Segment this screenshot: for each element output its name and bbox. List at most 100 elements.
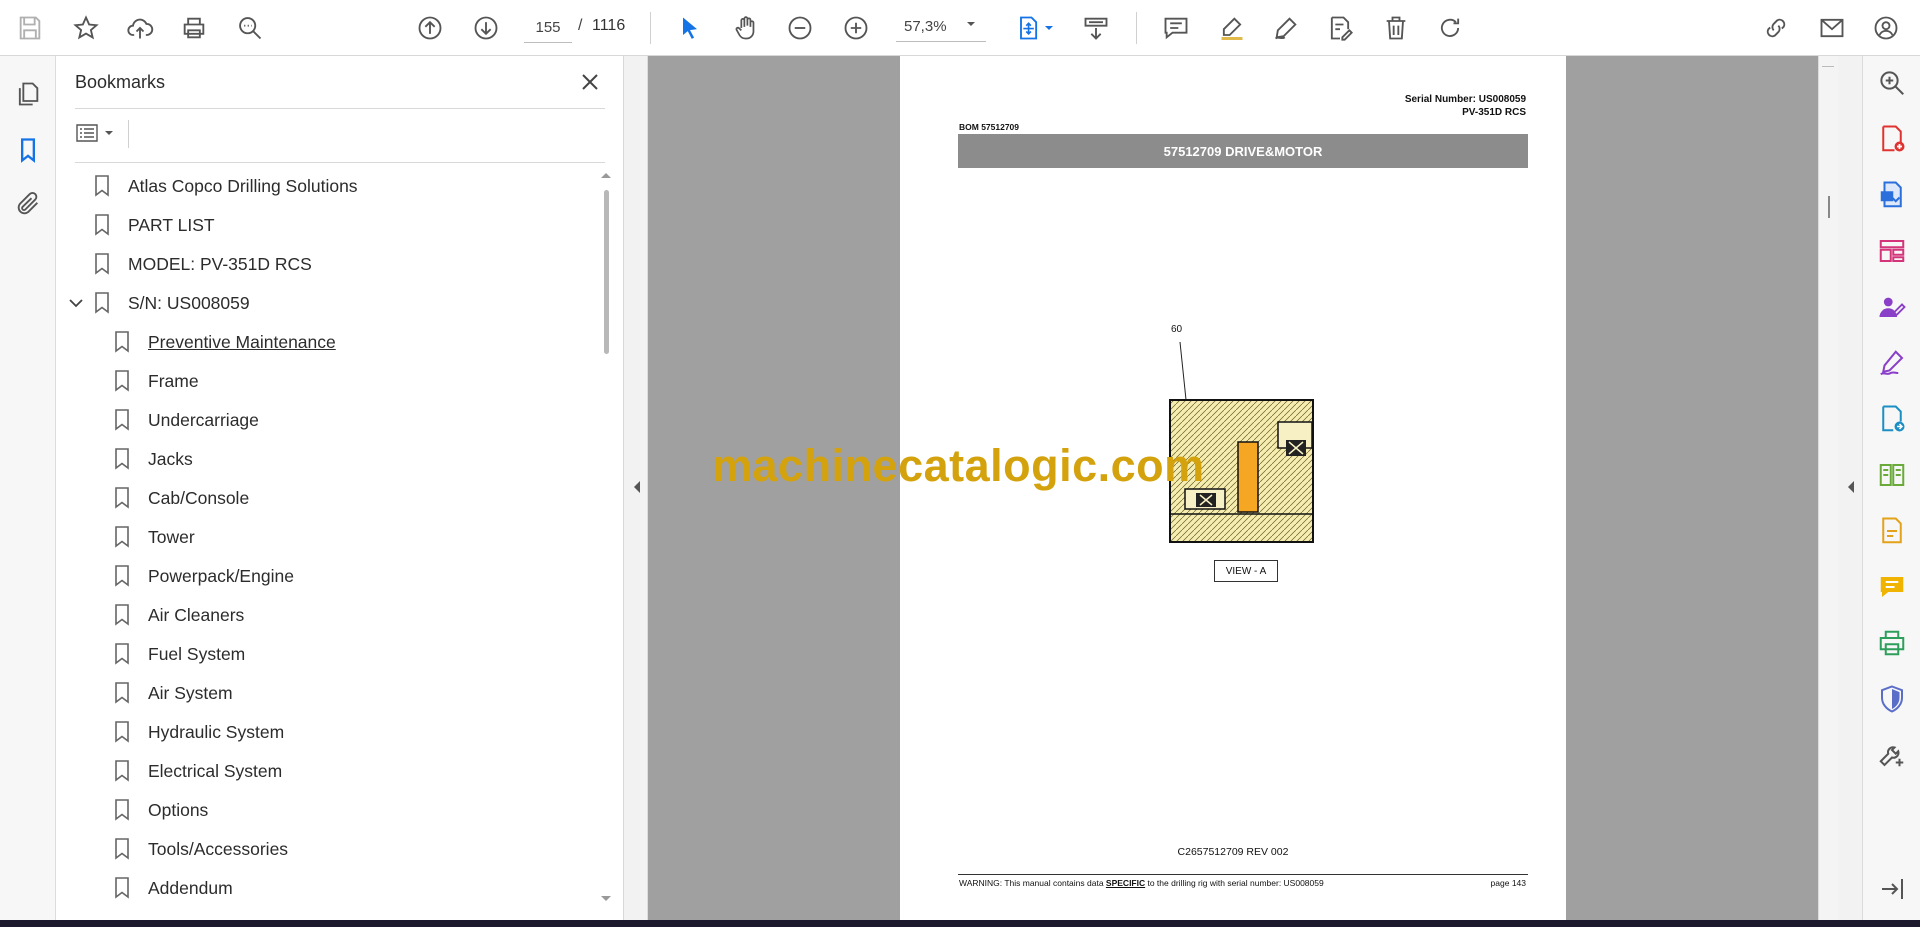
- divider: [75, 108, 605, 109]
- bookmark-item[interactable]: Addendum: [114, 870, 233, 906]
- scroll-up-icon[interactable]: [600, 170, 612, 180]
- collapse-left-panel-button[interactable]: [624, 56, 648, 920]
- more-tools-icon[interactable]: [1875, 738, 1909, 772]
- rotate-icon[interactable]: [1432, 10, 1468, 46]
- scrollbar-top: [1822, 56, 1834, 67]
- send-for-review-icon[interactable]: [1875, 402, 1909, 436]
- print-production-icon[interactable]: [1875, 626, 1909, 660]
- bookmark-item[interactable]: S/N: US008059: [94, 285, 250, 321]
- close-icon[interactable]: [576, 68, 604, 96]
- bookmark-icon: [114, 564, 134, 588]
- bookmark-icon: [114, 447, 134, 471]
- bookmark-item[interactable]: MODEL: PV-351D RCS: [94, 246, 312, 282]
- list-options-icon: [76, 124, 98, 142]
- document-scrollbar[interactable]: [1818, 56, 1838, 920]
- divider: [128, 120, 129, 148]
- edit-text-icon[interactable]: [1322, 10, 1358, 46]
- export-pdf-icon[interactable]: [1875, 178, 1909, 212]
- highlight-icon[interactable]: [1214, 10, 1250, 46]
- view-label: VIEW - A: [1214, 560, 1278, 582]
- bookmark-item[interactable]: Cab/Console: [114, 480, 249, 516]
- page-number-label: page 143: [1490, 878, 1526, 888]
- chevron-down-icon[interactable]: [68, 285, 88, 321]
- zoom-in-icon[interactable]: [838, 10, 874, 46]
- zoom-dropdown-icon[interactable]: [966, 20, 976, 28]
- bookmark-item[interactable]: Options: [114, 792, 208, 828]
- bookmark-item[interactable]: Tower: [114, 519, 195, 555]
- attachments-icon[interactable]: [10, 186, 46, 222]
- chevron-down-icon: [105, 131, 113, 135]
- footer-rule: [958, 874, 1528, 875]
- organize-pages-icon[interactable]: [1875, 234, 1909, 268]
- bookmark-item[interactable]: Air Cleaners: [114, 597, 244, 633]
- next-page-icon[interactable]: [468, 10, 504, 46]
- previous-page-icon[interactable]: [412, 10, 448, 46]
- cloud-upload-icon[interactable]: [122, 10, 158, 46]
- print-icon[interactable]: [176, 10, 212, 46]
- toolbar-divider: [650, 12, 651, 44]
- bookmark-item[interactable]: PART LIST: [94, 207, 215, 243]
- fit-page-icon[interactable]: [1010, 10, 1046, 46]
- scrollbar-thumb[interactable]: [1828, 196, 1830, 218]
- collapse-right-panel-button[interactable]: [1838, 56, 1862, 920]
- bookmark-item[interactable]: Air System: [114, 675, 233, 711]
- bookmark-icon: [114, 603, 134, 627]
- email-icon[interactable]: [1814, 10, 1850, 46]
- fill-sign-icon[interactable]: [1875, 346, 1909, 380]
- request-signatures-icon[interactable]: [1875, 290, 1909, 324]
- top-toolbar: 155 / 1116 57,3%: [0, 0, 1920, 56]
- bookmark-item[interactable]: Tools/Accessories: [114, 831, 288, 867]
- select-cursor-icon[interactable]: [672, 10, 708, 46]
- bookmark-icon: [114, 486, 134, 510]
- bookmark-item[interactable]: Undercarriage: [114, 402, 259, 438]
- search-icon[interactable]: [232, 10, 268, 46]
- bookmark-label: Jacks: [148, 448, 193, 469]
- bookmark-label: Electrical System: [148, 760, 283, 781]
- bookmark-label: Tower: [148, 526, 195, 547]
- delete-icon[interactable]: [1378, 10, 1414, 46]
- hand-tool-icon[interactable]: [728, 10, 764, 46]
- create-pdf-icon[interactable]: [1875, 122, 1909, 156]
- left-navigation-rail: [0, 56, 56, 920]
- zoom-out-icon[interactable]: [782, 10, 818, 46]
- account-icon[interactable]: [1868, 10, 1904, 46]
- page-number-input[interactable]: 155: [524, 12, 572, 43]
- warning-suffix: to the drilling rig with serial number: …: [1145, 878, 1324, 888]
- zoom-search-icon[interactable]: [1875, 66, 1909, 100]
- bookmark-item[interactable]: Preventive Maintenance: [114, 324, 336, 360]
- bookmark-label: Tools/Accessories: [148, 838, 289, 859]
- total-pages: 1116: [592, 17, 626, 34]
- comment-icon[interactable]: [1158, 10, 1194, 46]
- taskbar-strip: [0, 920, 1920, 927]
- bookmark-item[interactable]: Jacks: [114, 441, 193, 477]
- bookmark-icon: [114, 369, 134, 393]
- bookmark-item[interactable]: Electrical System: [114, 753, 282, 789]
- save-icon[interactable]: [12, 10, 48, 46]
- bookmark-item[interactable]: Frame: [114, 363, 199, 399]
- scroll-mode-icon[interactable]: [1078, 10, 1114, 46]
- bookmark-options-button[interactable]: [75, 118, 123, 148]
- bookmark-item[interactable]: Hydraulic System: [114, 714, 284, 750]
- compare-files-icon[interactable]: [1875, 458, 1909, 492]
- bookmark-item[interactable]: Atlas Copco Drilling Solutions: [94, 168, 358, 204]
- share-link-icon[interactable]: [1758, 10, 1794, 46]
- star-icon[interactable]: [68, 10, 104, 46]
- warning-prefix: WARNING: This manual contains data: [959, 878, 1106, 888]
- bookmark-item[interactable]: Powerpack/Engine: [114, 558, 294, 594]
- fit-dropdown-icon[interactable]: [1044, 24, 1054, 32]
- scroll-down-icon[interactable]: [600, 894, 612, 904]
- edit-pdf-icon[interactable]: [1875, 514, 1909, 548]
- protect-icon[interactable]: [1875, 682, 1909, 716]
- toolbar-divider: [1136, 12, 1137, 44]
- collapse-tools-icon[interactable]: [1875, 872, 1909, 906]
- comment-tool-icon[interactable]: [1875, 570, 1909, 604]
- draw-pen-icon[interactable]: [1268, 10, 1304, 46]
- bookmark-item[interactable]: Fuel System: [114, 636, 245, 672]
- bookmark-label: Air Cleaners: [148, 604, 245, 625]
- bookmarks-icon[interactable]: [10, 132, 46, 168]
- page-thumbnails-icon[interactable]: [10, 76, 46, 112]
- bookmark-icon: [114, 837, 134, 861]
- bookmarks-panel: Bookmarks Atlas Copco Drilling Solutions…: [56, 56, 624, 920]
- bookmarks-scrollbar-thumb[interactable]: [604, 190, 609, 354]
- bookmark-icon: [94, 213, 114, 237]
